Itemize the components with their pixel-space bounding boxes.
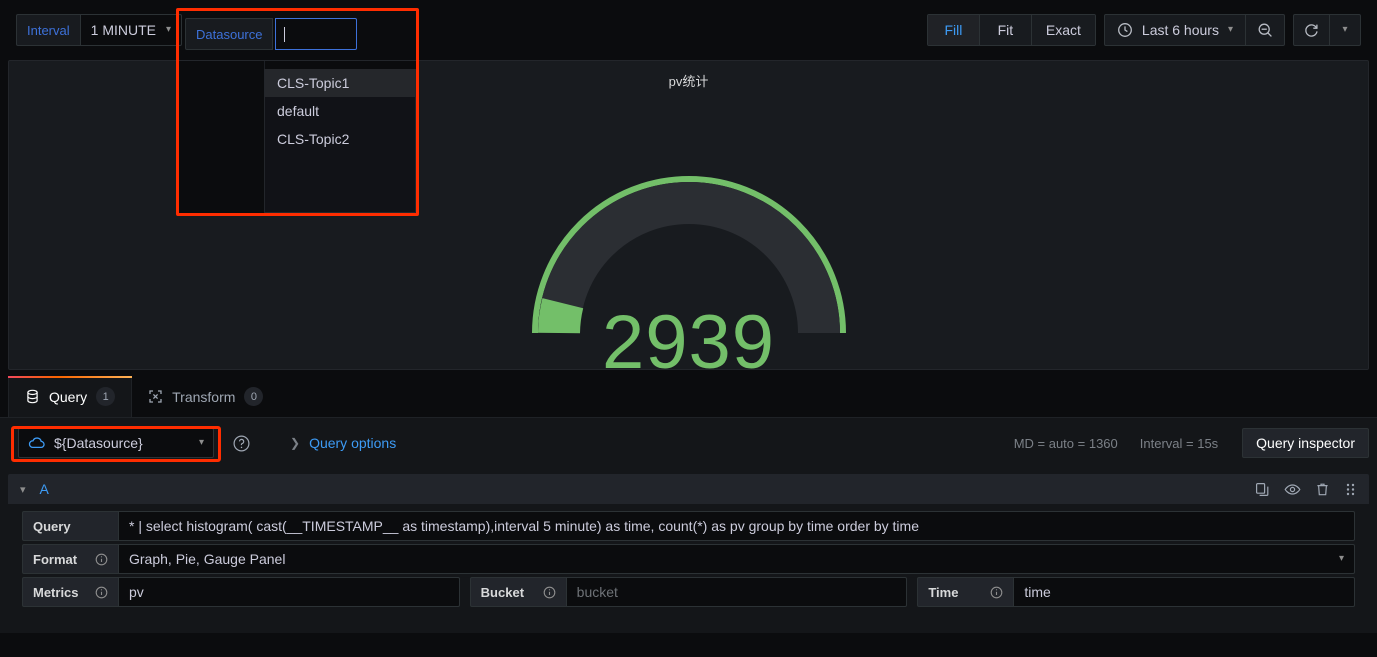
trash-icon[interactable] xyxy=(1315,482,1330,497)
format-field-value: Graph, Pie, Gauge Panel xyxy=(129,551,286,567)
query-editor: ${Datasource} ▾ ❯ Query options MD = aut… xyxy=(0,418,1377,633)
help-circle-icon xyxy=(232,434,251,453)
query-field-input[interactable]: * | select histogram( cast(__TIMESTAMP__… xyxy=(118,511,1355,541)
refresh-icon xyxy=(1303,22,1320,39)
datasource-variable-row: Datasource xyxy=(185,18,358,50)
datasource-picker[interactable]: ${Datasource} ▾ xyxy=(18,428,214,458)
eye-icon[interactable] xyxy=(1284,482,1301,497)
datasource-options-menu[interactable]: CLS-Topic1 default CLS-Topic2 xyxy=(264,69,416,213)
info-circle-icon[interactable] xyxy=(95,586,108,599)
info-circle-icon[interactable] xyxy=(990,586,1003,599)
chevron-down-icon: ▾ xyxy=(1338,553,1344,564)
zoom-out-icon xyxy=(1257,22,1274,39)
zoom-out-button[interactable] xyxy=(1246,15,1284,45)
info-circle-icon[interactable] xyxy=(95,553,108,566)
tab-query[interactable]: Query 1 xyxy=(7,376,133,417)
datasource-variable-label: Datasource xyxy=(185,18,274,50)
interval-variable-select[interactable]: 1 MINUTE ▾ xyxy=(79,14,183,46)
query-row-header: ▾ A xyxy=(8,474,1369,504)
tab-transform-count: 0 xyxy=(244,387,264,406)
info-circle-icon[interactable] xyxy=(543,586,556,599)
query-options-label: Query options xyxy=(309,435,397,451)
database-icon xyxy=(25,389,40,404)
query-field-row: Query * | select histogram( cast(__TIMES… xyxy=(8,511,1369,541)
datasource-help-button[interactable] xyxy=(228,430,254,456)
exact-button[interactable]: Exact xyxy=(1031,15,1095,45)
chevron-down-icon: ▾ xyxy=(165,24,172,35)
query-options-toggle[interactable]: ❯ Query options xyxy=(290,435,396,451)
tab-query-count: 1 xyxy=(96,387,116,406)
datasource-variable[interactable]: Datasource CLS-Topic1 default CLS-Topic2 xyxy=(179,11,416,213)
format-field-label: Format xyxy=(22,544,118,574)
drag-handle-icon[interactable] xyxy=(1344,482,1357,497)
toolbar-right-cluster: Fill Fit Exact Last 6 hours ▾ ▾ xyxy=(926,14,1367,46)
datasource-option-cls-topic2[interactable]: CLS-Topic2 xyxy=(265,125,415,153)
time-field-input[interactable]: time xyxy=(1013,577,1356,607)
time-range-button[interactable]: Last 6 hours ▾ xyxy=(1105,15,1246,45)
gauge-value-text: 2939 xyxy=(601,300,776,370)
bucket-field-input[interactable]: bucket xyxy=(565,577,908,607)
format-label-text: Format xyxy=(33,551,78,567)
bucket-label-text: Bucket xyxy=(480,584,525,600)
field-spacer xyxy=(907,577,917,607)
dashboard-toolbar: Interval 1 MINUTE ▾ Datasource CLS-Topic… xyxy=(0,0,1377,216)
tab-transform-label: Transform xyxy=(172,388,236,405)
time-field-label: Time xyxy=(917,577,1014,607)
query-row-body: Query * | select histogram( cast(__TIMES… xyxy=(8,504,1369,607)
metrics-field-label: Metrics xyxy=(22,577,118,607)
query-options-summary: MD = auto = 1360 Interval = 15s xyxy=(1014,436,1232,451)
metrics-field-input[interactable]: pv xyxy=(118,577,460,607)
interval-variable[interactable]: Interval 1 MINUTE ▾ xyxy=(16,14,183,46)
panel-fit-button-group[interactable]: Fill Fit Exact xyxy=(926,14,1096,46)
collapse-chevron-icon[interactable]: ▾ xyxy=(20,483,26,496)
interval-info: Interval = 15s xyxy=(1139,435,1219,451)
field-spacer xyxy=(460,577,470,607)
max-data-points-info: MD = auto = 1360 xyxy=(1013,435,1118,451)
query-row-name[interactable]: A xyxy=(40,481,49,497)
metrics-bucket-time-row: Metrics pv Bucket bucket Time time xyxy=(8,577,1369,607)
interval-variable-value: 1 MINUTE xyxy=(90,22,156,38)
chevron-down-icon: ▾ xyxy=(1342,24,1348,35)
time-range-picker[interactable]: Last 6 hours ▾ xyxy=(1103,14,1285,46)
refresh-interval-dropdown[interactable]: ▾ xyxy=(1330,15,1360,45)
query-field-label: Query xyxy=(22,511,118,541)
interval-variable-label: Interval xyxy=(16,14,80,46)
time-label-text: Time xyxy=(928,584,959,600)
datasource-picker-row: ${Datasource} ▾ ❯ Query options MD = aut… xyxy=(8,426,1369,462)
chevron-down-icon: ▾ xyxy=(198,437,204,448)
fit-button[interactable]: Fit xyxy=(979,15,1032,45)
format-field-select[interactable]: Graph, Pie, Gauge Panel ▾ xyxy=(118,544,1355,574)
chevron-down-icon: ▾ xyxy=(1227,24,1233,35)
refresh-button[interactable] xyxy=(1294,15,1330,45)
query-row-actions xyxy=(1255,482,1357,497)
bucket-field-label: Bucket xyxy=(469,577,566,607)
transform-icon xyxy=(148,389,163,404)
datasource-picker-value: ${Datasource} xyxy=(54,435,143,451)
cloud-icon xyxy=(28,436,46,450)
copy-icon[interactable] xyxy=(1255,482,1270,497)
refresh-button-group[interactable]: ▾ xyxy=(1293,14,1361,46)
metrics-label-text: Metrics xyxy=(33,584,79,600)
tab-query-label: Query xyxy=(49,388,88,405)
chevron-right-icon: ❯ xyxy=(290,436,301,450)
text-caret xyxy=(284,26,286,42)
query-options-right: MD = auto = 1360 Interval = 15s Query in… xyxy=(1014,428,1369,458)
time-range-value: Last 6 hours xyxy=(1141,22,1219,38)
editor-tabs: Query 1 Transform 0 xyxy=(0,376,1377,418)
format-field-row: Format Graph, Pie, Gauge Panel ▾ xyxy=(8,544,1369,574)
clock-icon xyxy=(1117,22,1133,38)
datasource-search-input[interactable] xyxy=(275,18,358,50)
fill-button[interactable]: Fill xyxy=(927,15,980,45)
datasource-option-default[interactable]: default xyxy=(265,97,415,125)
query-inspector-button[interactable]: Query inspector xyxy=(1242,428,1369,458)
tab-transform[interactable]: Transform 0 xyxy=(132,376,279,417)
datasource-option-cls-topic1[interactable]: CLS-Topic1 xyxy=(265,69,415,97)
